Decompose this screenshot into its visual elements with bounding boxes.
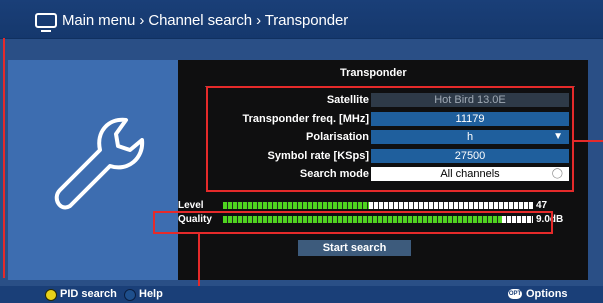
level-fill <box>223 202 369 209</box>
blue-key-icon <box>124 289 136 301</box>
level-bar <box>223 202 533 209</box>
annotation-box-quality <box>153 211 553 234</box>
annotation-line-left <box>3 38 5 278</box>
annotation-line-right <box>574 140 603 142</box>
side-panel <box>8 60 178 280</box>
help-hint[interactable]: Help <box>139 288 163 300</box>
level-rest <box>368 202 533 209</box>
level-label: Level <box>178 200 204 211</box>
footer-bar: PID search Help OPT Options <box>0 286 603 303</box>
level-value: 47 <box>536 200 548 211</box>
tv-icon <box>35 13 57 32</box>
yellow-key-icon <box>45 289 57 301</box>
pid-search-hint[interactable]: PID search <box>60 288 117 300</box>
options-key-icon: OPT <box>508 289 522 299</box>
panel-title: Transponder <box>340 67 407 79</box>
annotation-box-form <box>206 86 574 192</box>
breadcrumb: Main menu › Channel search › Transponder <box>62 12 349 29</box>
wrench-icon <box>54 117 145 210</box>
options-hint[interactable]: Options <box>526 288 568 300</box>
start-search-button[interactable]: Start search <box>298 240 411 256</box>
title-bar: Main menu › Channel search › Transponder <box>0 0 603 39</box>
